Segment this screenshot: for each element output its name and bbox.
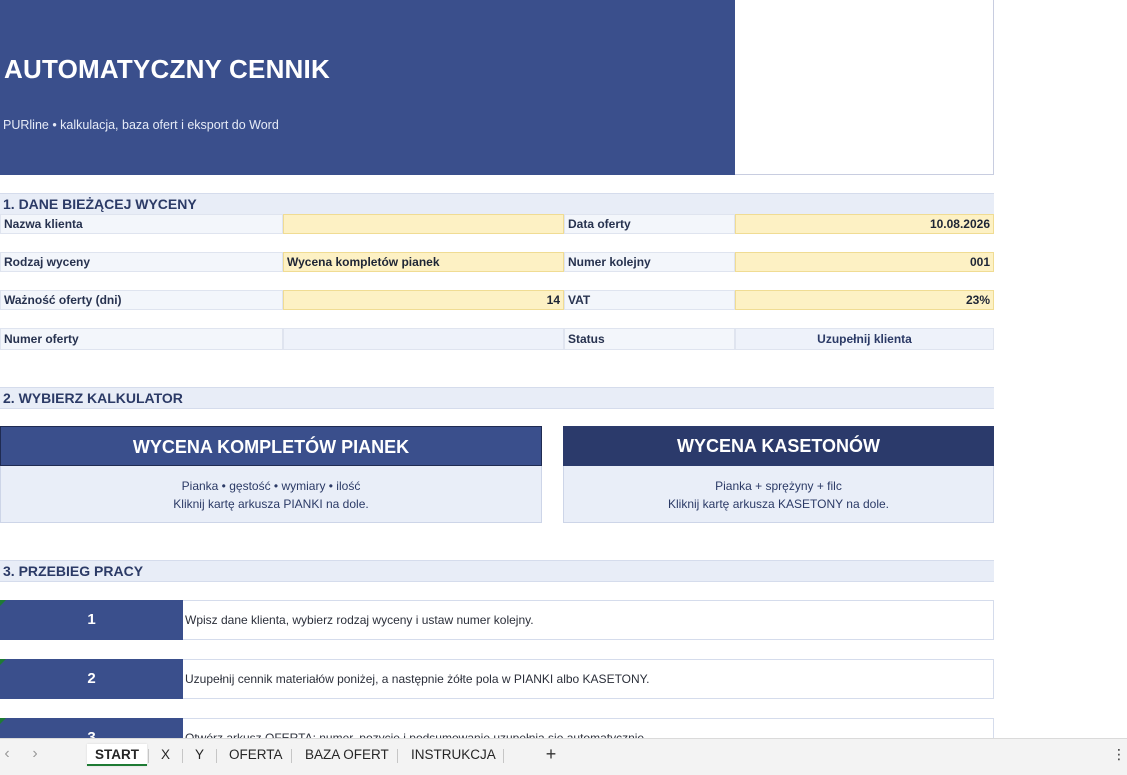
workflow-step: 1 Wpisz dane klienta, wybierz rodzaj wyc… (0, 600, 994, 640)
status-strip (0, 769, 1127, 775)
validity-days-label: Ważność oferty (dni) (0, 290, 283, 310)
tab-separator (397, 749, 398, 763)
header-banner: AUTOMATYCZNY CENNIK PURline • kalkulacja… (0, 0, 735, 175)
row-type: Rodzaj wyceny Wycena kompletów pianek Nu… (0, 252, 994, 272)
sequence-number-label: Numer kolejny (564, 252, 735, 272)
offer-number-label: Numer oferty (0, 328, 283, 350)
cassettes-calculator-card[interactable]: WYCENA KASETONÓW Pianka + sprężyny + fil… (563, 426, 994, 523)
client-name-label: Nazwa klienta (0, 214, 283, 234)
offer-date-input[interactable]: 10.08.2026 (735, 214, 994, 234)
foam-sets-calculator-card[interactable]: WYCENA KOMPLETÓW PIANEK Pianka • gęstość… (0, 426, 542, 523)
row-client: Nazwa klienta Data oferty 10.08.2026 (0, 214, 994, 234)
status-label: Status (564, 328, 735, 350)
tab-separator (148, 749, 149, 763)
comment-indicator-icon (0, 600, 6, 606)
tab-separator (182, 749, 183, 763)
tab-separator (291, 749, 292, 763)
status-value: Uzupełnij klienta (735, 328, 994, 350)
section-choose-calculator-header: 2. WYBIERZ KALKULATOR (0, 387, 994, 409)
header-side-cell[interactable] (735, 0, 994, 175)
foam-sets-card-line2: Kliknij kartę arkusza PIANKI na dole. (173, 497, 369, 511)
more-options-icon[interactable]: ⋮ (1112, 746, 1126, 763)
page-subtitle: PURline • kalkulacja, baza ofert i ekspo… (3, 118, 279, 132)
step-number: 1 (0, 600, 183, 640)
quote-type-select[interactable]: Wycena kompletów pianek (283, 252, 564, 272)
cassettes-calculator-button[interactable]: WYCENA KASETONÓW (563, 426, 994, 466)
tab-x[interactable]: X (153, 744, 178, 766)
foam-sets-card-description: Pianka • gęstość • wymiary • ilość Klikn… (0, 466, 542, 523)
row-offer-number: Numer oferty Status Uzupełnij klienta (0, 328, 994, 350)
workflow-step: 2 Uzupełnij cennik materiałów poniżej, a… (0, 659, 994, 699)
client-name-input[interactable] (283, 214, 564, 234)
cassettes-card-line2: Kliknij kartę arkusza KASETONY na dole. (668, 497, 889, 511)
step-text: Uzupełnij cennik materiałów poniżej, a n… (183, 659, 994, 699)
comment-indicator-icon (0, 659, 6, 665)
comment-indicator-icon (0, 718, 6, 724)
row-validity: Ważność oferty (dni) 14 VAT 23% (0, 290, 994, 310)
cassettes-card-line1: Pianka + sprężyny + filc (715, 479, 842, 493)
offer-number-value (283, 328, 564, 350)
add-sheet-button[interactable]: + (542, 743, 560, 765)
quote-type-label: Rodzaj wyceny (0, 252, 283, 272)
tab-oferta[interactable]: OFERTA (221, 744, 291, 766)
page-title: AUTOMATYCZNY CENNIK (4, 54, 330, 84)
foam-sets-card-line1: Pianka • gęstość • wymiary • ilość (181, 479, 361, 493)
section-workflow-header: 3. PRZEBIEG PRACY (0, 560, 994, 582)
vat-label: VAT (564, 290, 735, 310)
vat-input[interactable]: 23% (735, 290, 994, 310)
tab-y[interactable]: Y (187, 744, 212, 766)
tab-separator (503, 749, 504, 763)
next-sheet-icon[interactable]: › (28, 745, 42, 763)
cassettes-card-description: Pianka + sprężyny + filc Kliknij kartę a… (563, 466, 994, 523)
sequence-number-input[interactable]: 001 (735, 252, 994, 272)
tab-instrukcja[interactable]: INSTRUKCJA (403, 744, 504, 766)
step-text: Wpisz dane klienta, wybierz rodzaj wycen… (183, 600, 994, 640)
foam-sets-calculator-button[interactable]: WYCENA KOMPLETÓW PIANEK (0, 426, 542, 466)
tab-separator (216, 749, 217, 763)
section-current-quote-header: 1. DANE BIEŻĄCEJ WYCENY (0, 193, 994, 215)
step-number: 2 (0, 659, 183, 699)
previous-sheet-icon[interactable]: ‹ (0, 745, 14, 763)
tab-start[interactable]: START (87, 744, 147, 766)
offer-date-label: Data oferty (564, 214, 735, 234)
sheet-tab-bar: ‹ › START X Y OFERTA BAZA OFERT INSTRUKC… (0, 738, 1127, 769)
tab-baza-ofert[interactable]: BAZA OFERT (297, 744, 397, 766)
validity-days-input[interactable]: 14 (283, 290, 564, 310)
